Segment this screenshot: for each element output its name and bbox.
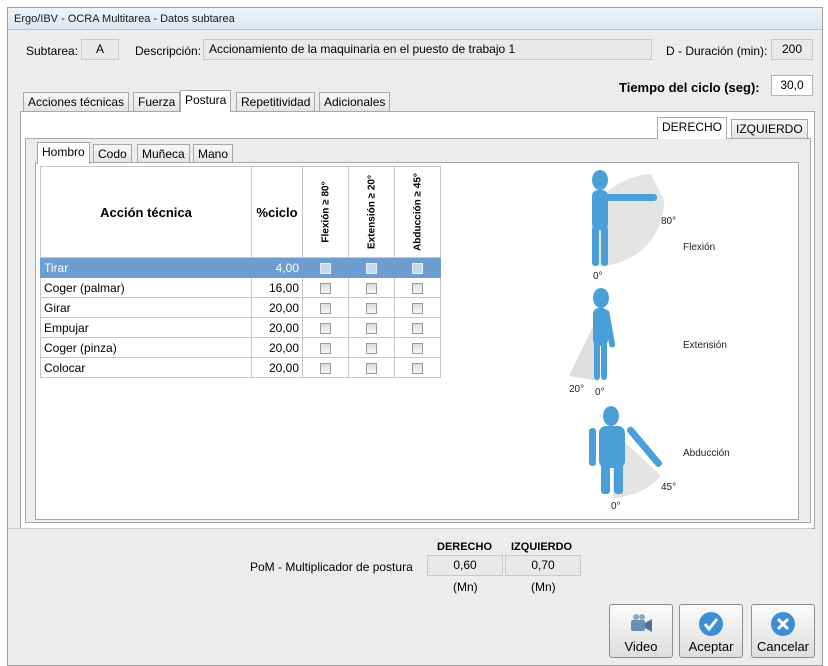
tab-hombro[interactable]: Hombro — [37, 142, 90, 164]
pom-izquierdo-value: 0,70 — [505, 555, 581, 576]
tab-mano[interactable]: Mano — [193, 144, 234, 164]
descripcion-label: Descripción: — [135, 44, 202, 58]
extension-checkbox[interactable] — [366, 342, 377, 354]
table-row[interactable]: Coger (pinza) 20,00 — [40, 337, 441, 358]
summary-derecho-header: DERECHO — [437, 541, 493, 553]
col-header-extension-text: Extensión ≥ 20° — [366, 175, 377, 249]
extension-checkbox[interactable] — [366, 262, 377, 274]
col-header-flexion: Flexión ≥ 80° — [302, 166, 349, 258]
window-title: Ergo/IBV - OCRA Multitarea - Datos subta… — [8, 8, 822, 30]
table-row[interactable]: Coger (palmar) 16,00 — [40, 277, 441, 298]
abduccion-checkbox[interactable] — [412, 322, 423, 334]
cell-accion: Tirar — [40, 257, 252, 278]
cell-ciclo: 20,00 — [251, 317, 303, 338]
abduccion-checkbox[interactable] — [412, 282, 423, 294]
extension-body-icon — [593, 288, 616, 380]
abduccion-checkbox[interactable] — [412, 302, 423, 314]
flexion-label: Flexión — [683, 242, 715, 253]
abduccion-checkbox[interactable] — [412, 342, 423, 354]
cell-accion: Empujar — [40, 317, 252, 338]
extension-label: Extensión — [683, 340, 727, 351]
tab-codo[interactable]: Codo — [93, 144, 132, 164]
pom-label: PoM - Multiplicador de postura — [250, 560, 413, 574]
flexion-checkbox[interactable] — [320, 342, 331, 354]
duracion-label: D - Duración (min): — [666, 44, 768, 58]
abduccion-checkbox[interactable] — [412, 362, 423, 374]
tab-fuerza[interactable]: Fuerza — [133, 92, 181, 112]
extension-checkbox[interactable] — [366, 322, 377, 334]
col-header-ciclo: %ciclo — [251, 166, 303, 258]
abduccion-label: Abducción — [683, 448, 730, 459]
cell-accion: Coger (palmar) — [40, 277, 252, 298]
tab-izquierdo[interactable]: IZQUIERDO — [731, 119, 808, 139]
tab-postura[interactable]: Postura — [180, 90, 232, 112]
col-header-accion: Acción técnica — [40, 166, 252, 258]
abduccion-angle-text: 45° — [661, 482, 676, 493]
cancelar-button[interactable]: Cancelar — [751, 604, 815, 658]
cell-ciclo: 20,00 — [251, 297, 303, 318]
col-header-abduccion-text: Abducción ≥ 45° — [412, 173, 423, 251]
flexion-checkbox[interactable] — [320, 282, 331, 294]
extension-zero-text: 0° — [595, 387, 605, 398]
table-row[interactable]: Tirar 4,00 — [40, 257, 441, 278]
cell-accion: Girar — [40, 297, 252, 318]
summary-izquierdo-header: IZQUIERDO — [511, 541, 573, 553]
tab-derecho[interactable]: DERECHO — [657, 117, 728, 139]
flexion-zero-text: 0° — [593, 271, 603, 282]
duracion-field[interactable]: 200 — [771, 39, 813, 60]
extension-checkbox[interactable] — [366, 302, 377, 314]
flexion-range-sector — [599, 174, 664, 266]
video-camera-icon — [631, 614, 652, 632]
flexion-checkbox[interactable] — [320, 262, 331, 274]
descripcion-field[interactable]: Accionamiento de la maquinaria en el pue… — [203, 39, 652, 60]
abduccion-checkbox[interactable] — [412, 262, 423, 274]
pom-derecho-value: 0,60 — [427, 555, 503, 576]
tab-acciones-tecnicas[interactable]: Acciones técnicas — [23, 92, 130, 112]
posture-figure: 80° 0° Flexión 20° 0° Extensión 45° 0° A… — [569, 170, 730, 512]
subtarea-field[interactable]: A — [81, 39, 119, 60]
tab-repetitividad[interactable]: Repetitividad — [236, 92, 316, 112]
extension-checkbox[interactable] — [366, 362, 377, 374]
table-row[interactable]: Colocar 20,00 — [40, 357, 441, 378]
extension-checkbox[interactable] — [366, 282, 377, 294]
aceptar-button-label: Aceptar — [688, 639, 734, 654]
video-button-label: Video — [624, 639, 658, 654]
cell-accion: Coger (pinza) — [40, 337, 252, 358]
flexion-checkbox[interactable] — [320, 362, 331, 374]
tab-muneca[interactable]: Muñeca — [137, 144, 190, 164]
checkmark-icon — [699, 612, 723, 636]
flexion-checkbox[interactable] — [320, 302, 331, 314]
video-button[interactable]: Video — [609, 604, 673, 658]
cell-ciclo: 20,00 — [251, 337, 303, 358]
table-row[interactable]: Girar 20,00 — [40, 297, 441, 318]
cell-accion: Colocar — [40, 357, 252, 378]
aceptar-button[interactable]: Aceptar — [679, 604, 743, 658]
flexion-checkbox[interactable] — [320, 322, 331, 334]
extension-angle-text: 20° — [569, 384, 584, 395]
ciclo-label: Tiempo del ciclo (seg): — [619, 80, 760, 95]
col-header-extension: Extensión ≥ 20° — [348, 166, 395, 258]
col-header-abduccion: Abducción ≥ 45° — [394, 166, 441, 258]
cancelar-button-label: Cancelar — [756, 639, 810, 654]
tab-adicionales[interactable]: Adicionales — [319, 92, 391, 112]
table-row[interactable]: Empujar 20,00 — [40, 317, 441, 338]
acciones-table: Acción técnica %ciclo Flexión ≥ 80° Exte… — [40, 166, 441, 378]
izquierdo-unit: (Mn) — [531, 580, 556, 594]
col-header-flexion-text: Flexión ≥ 80° — [320, 181, 331, 243]
cell-ciclo: 16,00 — [251, 277, 303, 298]
derecho-unit: (Mn) — [453, 580, 478, 594]
ciclo-input[interactable]: 30,0 — [771, 75, 813, 96]
cell-ciclo: 4,00 — [251, 257, 303, 278]
flexion-angle-text: 80° — [661, 216, 676, 227]
cell-ciclo: 20,00 — [251, 357, 303, 378]
abduccion-zero-text: 0° — [611, 501, 621, 512]
close-icon — [771, 612, 795, 636]
subtarea-label: Subtarea: — [26, 44, 79, 58]
